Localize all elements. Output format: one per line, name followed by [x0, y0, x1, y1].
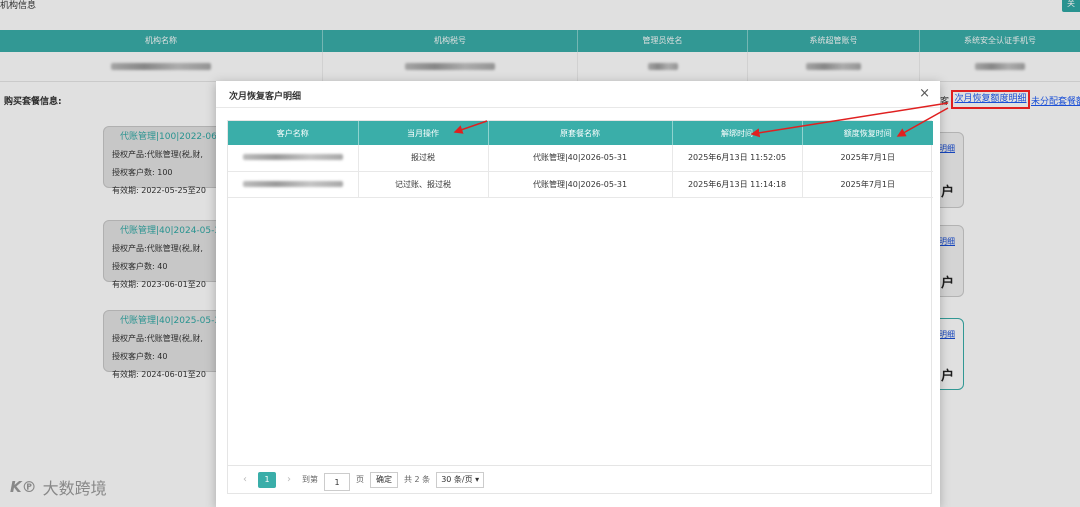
restore-detail-modal: 次月恢复客户明细 × 客户名称 当月操作 原套餐名称 解绑时间 额度恢复时间 报…	[216, 81, 940, 507]
modal-header: 次月恢复客户明细 ×	[216, 81, 940, 108]
col-month-operation[interactable]: 当月操作	[358, 121, 489, 145]
page-unit-label: 页	[356, 475, 364, 484]
goto-page-input[interactable]: 1	[324, 472, 350, 491]
next-month-restore-link[interactable]: 次月恢复额度明细	[951, 90, 1030, 109]
watermark-logo-icon: K℗	[10, 478, 37, 496]
customer-name-cell	[228, 171, 359, 198]
restore-time-cell: 2025年7月1日	[802, 145, 933, 172]
goto-label: 到第	[302, 475, 318, 484]
table-header-row: 客户名称 当月操作 原套餐名称 解绑时间 额度恢复时间	[228, 121, 933, 145]
table-row[interactable]: 报过税 代账管理|40|2026-05-31 2025年6月13日 11:52:…	[228, 145, 933, 172]
watermark-text: 大数跨境	[42, 479, 107, 498]
col-unbind-time[interactable]: 解绑时间	[672, 121, 803, 145]
prev-page-icon[interactable]: ‹	[238, 474, 252, 485]
detail-table: 客户名称 当月操作 原套餐名称 解绑时间 额度恢复时间 报过税 代账管理|40|…	[228, 121, 933, 198]
unbind-time-cell: 2025年6月13日 11:14:18	[672, 171, 803, 198]
detail-table-wrap: 客户名称 当月操作 原套餐名称 解绑时间 额度恢复时间 报过税 代账管理|40|…	[227, 120, 933, 494]
goto-confirm-button[interactable]: 确定	[370, 471, 398, 488]
col-customer-name[interactable]: 客户名称	[228, 121, 359, 145]
modal-title: 次月恢复客户明细	[229, 92, 302, 102]
next-page-icon[interactable]: ›	[282, 474, 296, 485]
unallocated-package-link[interactable]: 未分配套餐额	[1031, 94, 1080, 107]
unbind-time-cell: 2025年6月13日 11:52:05	[672, 145, 803, 172]
package-cell: 代账管理|40|2026-05-31	[488, 145, 673, 172]
operation-cell: 报过税	[358, 145, 489, 172]
restore-time-cell: 2025年7月1日	[802, 171, 933, 198]
redacted-text	[242, 180, 343, 187]
pagination: ‹ 1 › 到第 1 页 确定 共 2 条 30 条/页 ▾	[228, 465, 931, 493]
page-size-select[interactable]: 30 条/页 ▾	[436, 471, 485, 488]
table-row[interactable]: 记过账、报过税 代账管理|40|2026-05-31 2025年6月13日 11…	[228, 171, 933, 198]
col-package-name[interactable]: 原套餐名称	[488, 121, 673, 145]
total-count: 共 2 条	[404, 475, 431, 484]
watermark: K℗ 大数跨境	[10, 475, 107, 499]
col-restore-time[interactable]: 额度恢复时间	[802, 121, 933, 145]
page-number-current[interactable]: 1	[258, 471, 276, 488]
customer-name-cell	[228, 145, 359, 172]
link-prefix: 客	[940, 97, 950, 107]
operation-cell: 记过账、报过税	[358, 171, 489, 198]
redacted-text	[242, 154, 343, 161]
close-icon[interactable]: ×	[919, 86, 930, 101]
package-cell: 代账管理|40|2026-05-31	[488, 171, 673, 198]
